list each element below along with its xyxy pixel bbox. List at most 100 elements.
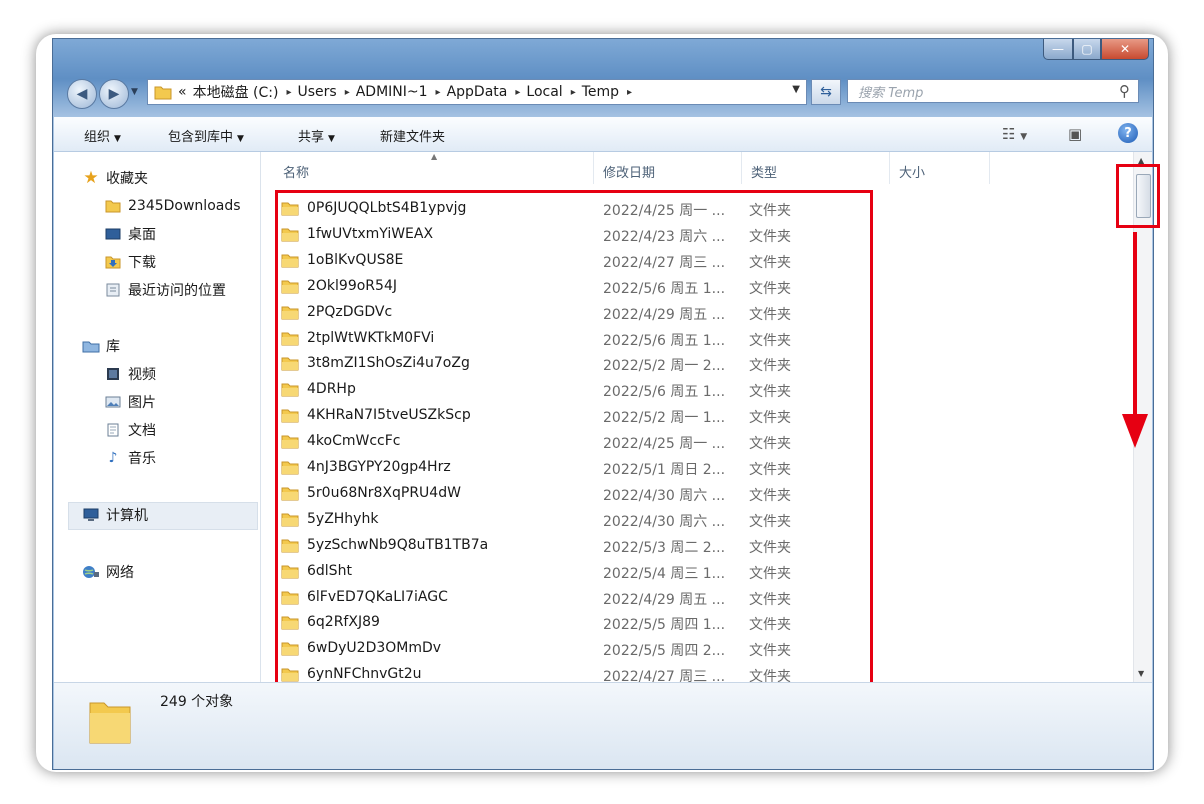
view-options-icon[interactable]: ☷ ▼ [1002, 125, 1027, 143]
sidebar-label: 音乐 [128, 451, 156, 467]
column-divider[interactable] [989, 152, 990, 184]
sidebar-label: 2345Downloads [128, 198, 241, 214]
breadcrumb-separator[interactable]: ▸ [286, 87, 291, 98]
sidebar-label: 视频 [128, 367, 156, 383]
sidebar-item-music[interactable]: ♪ 音乐 [104, 446, 156, 470]
folder-icon [154, 86, 172, 100]
chevron-down-icon: ▼ [237, 134, 244, 144]
breadcrumb-separator[interactable]: ▸ [627, 87, 632, 98]
column-header-size[interactable]: 大小 [899, 162, 925, 181]
breadcrumb-appdata[interactable]: AppData [447, 84, 508, 100]
organize-label: 组织 [84, 130, 111, 145]
sidebar-item-downloads[interactable]: 下载 [104, 250, 156, 274]
address-dropdown-icon[interactable]: ▼ [792, 84, 800, 95]
screenshot-frame: — ▢ ✕ ◀ ▶ ▼ « 本地磁盘 (C:) ▸ Users ▸ ADMINI… [36, 34, 1168, 772]
download-folder-icon [104, 255, 122, 269]
arrow-right-icon: ▶ [108, 86, 120, 102]
back-button[interactable]: ◀ [67, 79, 97, 109]
folder-large-icon [89, 702, 131, 744]
sidebar-label: 库 [106, 339, 120, 355]
sidebar-label: 桌面 [128, 227, 156, 243]
sidebar-item-pictures[interactable]: 图片 [104, 390, 156, 414]
breadcrumb-admin[interactable]: ADMINI~1 [356, 84, 428, 100]
sidebar-label: 收藏夹 [106, 171, 148, 187]
refresh-button[interactable]: ⇆ [811, 79, 841, 105]
sidebar-libraries[interactable]: 库 [82, 334, 120, 358]
maximize-button[interactable]: ▢ [1073, 39, 1101, 60]
computer-icon [82, 508, 100, 522]
column-divider[interactable] [741, 152, 742, 184]
sidebar-item-documents[interactable]: 文档 [104, 418, 156, 442]
forward-button[interactable]: ▶ [99, 79, 129, 109]
breadcrumb-local[interactable]: Local [526, 84, 562, 100]
picture-icon [104, 395, 122, 409]
arrow-left-icon: ◀ [76, 86, 88, 102]
library-icon [82, 339, 100, 353]
navigation-pane: ★ 收藏夹 2345Downloads 桌面 下载 最近访问的位置 库 视频 图片… [54, 152, 261, 682]
include-library-label: 包含到库中 [168, 130, 234, 145]
highlight-box-scrollbar [1116, 164, 1160, 228]
highlight-box-file-list [275, 190, 873, 706]
star-icon: ★ [83, 168, 99, 188]
music-icon: ♪ [108, 450, 118, 466]
column-divider[interactable] [593, 152, 594, 184]
refresh-icon: ⇆ [820, 84, 832, 100]
column-divider[interactable] [889, 152, 890, 184]
minimize-button[interactable]: — [1043, 39, 1073, 60]
breadcrumb-users[interactable]: Users [297, 84, 336, 100]
close-button[interactable]: ✕ [1101, 39, 1149, 60]
share-menu[interactable]: 共享 ▼ [298, 126, 335, 145]
search-icon[interactable]: ⚲ [1119, 82, 1130, 100]
share-label: 共享 [298, 130, 325, 145]
document-icon [104, 423, 122, 437]
scroll-down-arrow[interactable]: ▼ [1138, 669, 1144, 678]
sidebar-label: 最近访问的位置 [128, 283, 226, 299]
status-bar: 249 个对象 [54, 682, 1152, 769]
address-bar[interactable]: « 本地磁盘 (C:) ▸ Users ▸ ADMINI~1 ▸ AppData… [147, 79, 807, 105]
sidebar-label: 计算机 [106, 508, 148, 524]
breadcrumb-drive[interactable]: 本地磁盘 (C:) [193, 82, 279, 102]
sidebar-item-recent[interactable]: 最近访问的位置 [104, 278, 226, 302]
sort-ascending-icon: ▲ [431, 152, 438, 161]
desktop-icon [104, 227, 122, 241]
include-library-menu[interactable]: 包含到库中 ▼ [168, 126, 244, 145]
file-list-pane: ▲ 名称 修改日期 类型 大小 0P6JUQQLbtS4B1ypvjg 2022/… [261, 152, 1152, 706]
red-arrow-shaft [1133, 232, 1137, 416]
column-header-date[interactable]: 修改日期 [603, 162, 655, 181]
sidebar-item-downloads2345[interactable]: 2345Downloads [104, 194, 241, 218]
sidebar-network[interactable]: 网络 [82, 560, 134, 584]
address-overflow[interactable]: « [178, 84, 187, 100]
column-header-type[interactable]: 类型 [751, 162, 777, 181]
help-icon[interactable]: ? [1118, 123, 1138, 143]
breadcrumb-temp[interactable]: Temp [582, 84, 619, 100]
navigation-bar: ◀ ▶ ▼ « 本地磁盘 (C:) ▸ Users ▸ ADMINI~1 ▸ A… [61, 77, 1143, 109]
chevron-down-icon: ▼ [328, 134, 335, 144]
sidebar-item-desktop[interactable]: 桌面 [104, 222, 156, 246]
preview-pane-icon[interactable]: ▣ [1068, 125, 1082, 143]
recent-pages-dropdown[interactable]: ▼ [131, 87, 138, 97]
breadcrumb-separator[interactable]: ▸ [345, 87, 350, 98]
column-header-name[interactable]: 名称 [283, 162, 309, 181]
sidebar-label: 文档 [128, 423, 156, 439]
sidebar-item-videos[interactable]: 视频 [104, 362, 156, 386]
folder-icon [104, 199, 122, 213]
recent-places-icon [104, 283, 122, 297]
explorer-window: — ▢ ✕ ◀ ▶ ▼ « 本地磁盘 (C:) ▸ Users ▸ ADMINI… [52, 38, 1154, 770]
content-area: ★ 收藏夹 2345Downloads 桌面 下载 最近访问的位置 库 视频 图片… [54, 152, 1152, 706]
sidebar-label: 网络 [106, 565, 134, 581]
new-folder-button[interactable]: 新建文件夹 [380, 126, 445, 145]
chevron-down-icon: ▼ [114, 134, 121, 144]
sidebar-favorites[interactable]: ★ 收藏夹 [82, 166, 148, 190]
search-input[interactable]: 搜索 Temp ⚲ [847, 79, 1139, 103]
item-count: 249 个对象 [160, 694, 234, 710]
breadcrumb-separator[interactable]: ▸ [515, 87, 520, 98]
breadcrumb-separator[interactable]: ▸ [571, 87, 576, 98]
breadcrumb-separator[interactable]: ▸ [436, 87, 441, 98]
network-icon [82, 565, 100, 579]
sidebar-computer[interactable]: 计算机 [82, 503, 148, 527]
video-icon [104, 367, 122, 381]
window-controls: — ▢ ✕ [1043, 39, 1149, 60]
search-placeholder: 搜索 Temp [858, 85, 924, 101]
organize-menu[interactable]: 组织 ▼ [84, 126, 121, 145]
red-arrow-down-icon [1122, 414, 1148, 448]
